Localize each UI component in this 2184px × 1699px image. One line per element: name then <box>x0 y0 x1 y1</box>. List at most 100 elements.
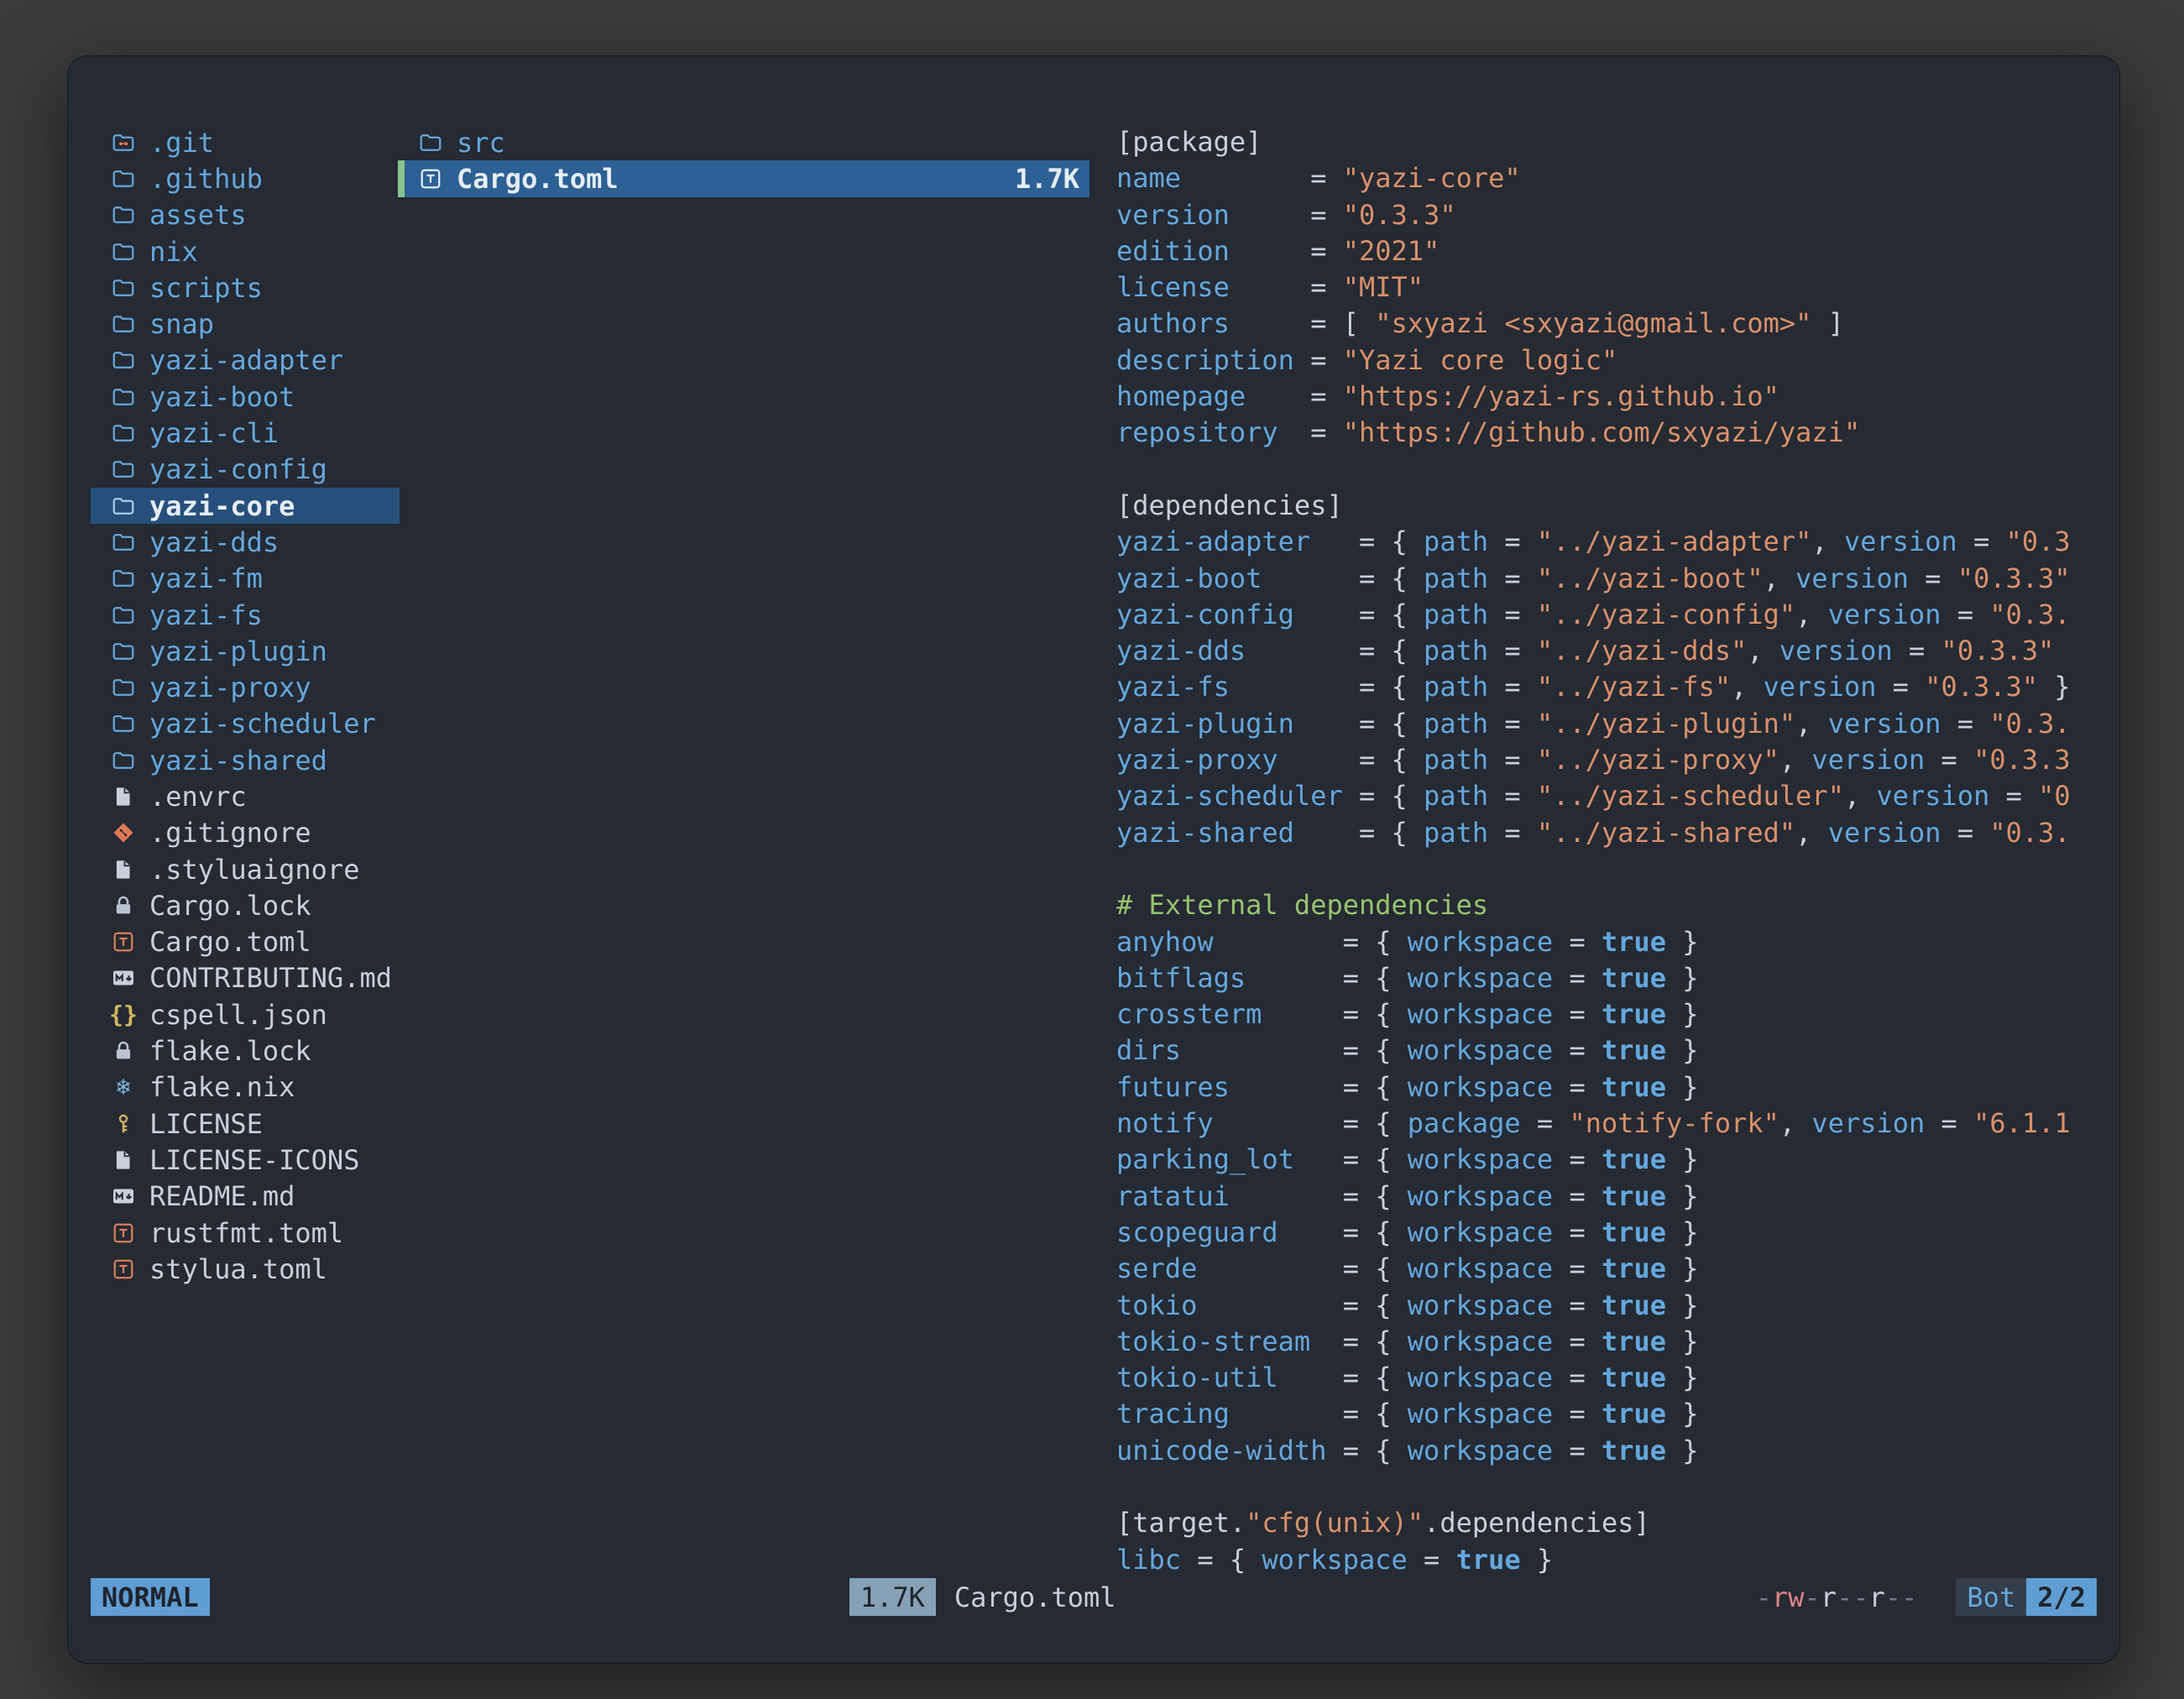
entry-name: yazi-dds <box>149 526 279 558</box>
folder-item-yazi-dds[interactable]: yazi-dds <box>91 524 400 560</box>
folder-icon <box>109 455 138 484</box>
file-item-rustfmt.toml[interactable]: rustfmt.toml <box>91 1215 400 1251</box>
entry-name: flake.lock <box>149 1035 311 1067</box>
braces-icon: {} <box>109 1001 138 1029</box>
file-item-LICENSE[interactable]: LICENSE <box>91 1106 400 1142</box>
file-item-.envrc[interactable]: .envrc <box>91 778 400 814</box>
preview-line: license = "MIT" <box>1116 269 2115 306</box>
folder-item-yazi-cli[interactable]: yazi-cli <box>91 415 400 451</box>
folder-item-yazi-adapter[interactable]: yazi-adapter <box>91 342 400 379</box>
entry-size: 1.7K <box>1015 163 1079 195</box>
nix-icon: ❄ <box>109 1073 138 1101</box>
folder-item-yazi-config[interactable]: yazi-config <box>91 452 400 488</box>
preview-line: serde = { workspace = true } <box>1116 1251 2115 1287</box>
folder-item-yazi-proxy[interactable]: yazi-proxy <box>91 669 400 705</box>
folder-icon <box>109 274 138 302</box>
preview-line: tokio-stream = { workspace = true } <box>1116 1324 2115 1360</box>
file-preview-panel[interactable]: [package]name = "yazi-core"version = "0.… <box>1116 124 2115 1585</box>
markdown-icon <box>109 1182 138 1210</box>
folder-item-yazi-boot[interactable]: yazi-boot <box>91 379 400 415</box>
folder-item-yazi-fs[interactable]: yazi-fs <box>91 597 400 633</box>
folder-item-yazi-core[interactable]: yazi-core <box>91 488 400 524</box>
folder-item-snap[interactable]: snap <box>91 306 400 342</box>
entry-name: yazi-config <box>149 453 327 485</box>
file-item-Cargo.toml[interactable]: Cargo.toml <box>91 924 400 960</box>
file-item-flake.lock[interactable]: flake.lock <box>91 1032 400 1069</box>
hover-marker <box>398 160 405 196</box>
folder-item-scripts[interactable]: scripts <box>91 269 400 306</box>
preview-line: # External dependencies <box>1116 887 2115 923</box>
folder-item-yazi-shared[interactable]: yazi-shared <box>91 742 400 778</box>
preview-line: yazi-adapter = { path = "../yazi-adapter… <box>1116 524 2115 560</box>
entry-name: cspell.json <box>149 999 327 1031</box>
preview-line: [package] <box>1116 124 2115 160</box>
lock-icon <box>109 1037 138 1065</box>
entry-name: flake.nix <box>149 1071 295 1103</box>
file-item-Cargo.toml[interactable]: Cargo.toml 1.7K <box>398 160 1089 196</box>
preview-line: homepage = "https://yazi-rs.github.io" <box>1116 379 2115 415</box>
yazi-terminal-window: .git.githubassetsnixscriptssnapyazi-adap… <box>67 55 2120 1664</box>
preview-line: [dependencies] <box>1116 488 2115 524</box>
file-item-.gitignore[interactable]: .gitignore <box>91 815 400 851</box>
preview-line: repository = "https://github.com/sxyazi/… <box>1116 415 2115 451</box>
folder-item-.github[interactable]: .github <box>91 160 400 196</box>
entry-name: yazi-boot <box>149 381 295 413</box>
preview-line <box>1116 452 2115 488</box>
toml-icon <box>109 1219 138 1247</box>
entry-name: Cargo.lock <box>149 890 311 922</box>
desktop: { "colors": { "desktop": "#3b3b3b", "bg"… <box>0 0 2184 1699</box>
entry-name: src <box>457 127 505 159</box>
file-item-flake.nix[interactable]: ❄ flake.nix <box>91 1069 400 1106</box>
folder-icon <box>109 201 138 229</box>
entry-name: .styluaignore <box>149 854 359 886</box>
folder-item-yazi-fm[interactable]: yazi-fm <box>91 561 400 597</box>
entry-name: yazi-fs <box>149 599 263 631</box>
entry-name: LICENSE <box>149 1108 263 1140</box>
entry-name: yazi-adapter <box>149 344 343 376</box>
entry-name: yazi-cli <box>149 417 279 449</box>
folder-icon <box>109 346 138 374</box>
folder-item-.git[interactable]: .git <box>91 124 400 160</box>
entry-name: .gitignore <box>149 817 311 849</box>
lock-icon <box>109 891 138 920</box>
entry-name: rustfmt.toml <box>149 1217 343 1249</box>
file-item-cspell.json[interactable]: {} cspell.json <box>91 996 400 1032</box>
entry-name: Cargo.toml <box>457 163 619 195</box>
file-icon <box>109 855 138 884</box>
entry-name: .git <box>149 127 214 159</box>
preview-line: libc = { workspace = true } <box>1116 1542 2115 1578</box>
folder-icon <box>109 238 138 266</box>
preview-line: dirs = { workspace = true } <box>1116 1032 2115 1069</box>
preview-line: [target."cfg(unix)".dependencies] <box>1116 1505 2115 1541</box>
entry-name: nix <box>149 236 198 268</box>
file-size-badge: 1.7K <box>849 1578 936 1616</box>
key-icon <box>109 1110 138 1138</box>
file-item-LICENSE-ICONS[interactable]: LICENSE-ICONS <box>91 1142 400 1178</box>
status-filename: Cargo.toml <box>954 1578 1116 1616</box>
folder-item-nix[interactable]: nix <box>91 233 400 269</box>
folder-icon <box>109 637 138 666</box>
file-item-.styluaignore[interactable]: .styluaignore <box>91 851 400 887</box>
file-item-README.md[interactable]: README.md <box>91 1179 400 1215</box>
folder-item-src[interactable]: src <box>398 124 1089 160</box>
preview-line: authors = [ "sxyazi <sxyazi@gmail.com>" … <box>1116 306 2115 342</box>
folder-item-yazi-plugin[interactable]: yazi-plugin <box>91 633 400 669</box>
folder-icon <box>109 310 138 338</box>
entry-name: stylua.toml <box>149 1253 327 1285</box>
folder-icon <box>109 746 138 775</box>
folder-item-assets[interactable]: assets <box>91 197 400 233</box>
status-bar: NORMAL 1.7K Cargo.toml -rw-r--r-- Bot 2/… <box>91 1578 2097 1616</box>
folder-icon <box>109 709 138 738</box>
parent-directory-panel: .git.githubassetsnix scriptssnapyazi-adap… <box>91 124 400 1288</box>
scroll-position-badge: Bot <box>1956 1578 2026 1616</box>
file-item-stylua.toml[interactable]: stylua.toml <box>91 1251 400 1287</box>
file-item-CONTRIBUTING.md[interactable]: CONTRIBUTING.md <box>91 960 400 996</box>
preview-line: notify = { package = "notify-fork", vers… <box>1116 1106 2115 1142</box>
preview-line: tokio = { workspace = true } <box>1116 1288 2115 1324</box>
toml-icon <box>109 928 138 956</box>
folder-item-yazi-scheduler[interactable]: yazi-scheduler <box>91 706 400 742</box>
entry-name: scripts <box>149 272 263 304</box>
file-item-Cargo.lock[interactable]: Cargo.lock <box>91 887 400 923</box>
preview-line <box>1116 1469 2115 1505</box>
folder-icon <box>109 673 138 702</box>
